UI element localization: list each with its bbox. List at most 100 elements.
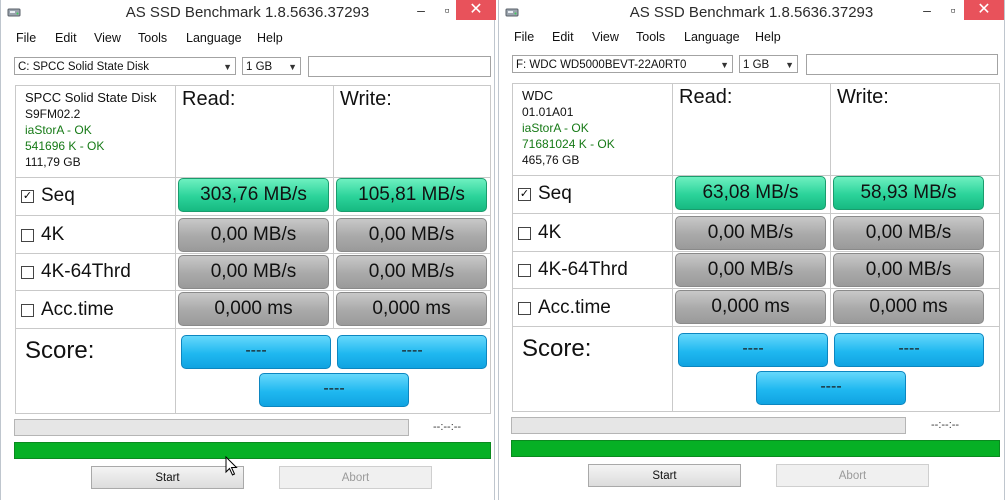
score-write: ----	[337, 335, 487, 369]
drive-select[interactable]: F: WDC WD5000BEVT-22A0RT0 ▼	[512, 55, 733, 73]
driver-status: iaStorA - OK	[25, 123, 92, 137]
menu-file[interactable]: File	[16, 31, 36, 45]
score-label: Score:	[522, 335, 592, 362]
chevron-down-icon: ▼	[223, 62, 232, 72]
menu-tools[interactable]: Tools	[636, 30, 665, 44]
menu-view[interactable]: View	[94, 31, 121, 45]
row-label-text: Acc.time	[41, 299, 114, 320]
drive-info-panel: WDC 01.01A01 iaStorA - OK 71681024 K - O…	[513, 84, 673, 176]
row-label-text: Seq	[538, 183, 572, 204]
checkbox-4k[interactable]	[21, 229, 34, 242]
checkbox-4k64[interactable]	[21, 266, 34, 279]
4k-read-value: 0,00 MB/s	[178, 218, 329, 252]
score-read: ----	[181, 335, 331, 369]
menu-file[interactable]: File	[514, 30, 534, 44]
minimize-button[interactable]: –	[914, 0, 940, 20]
menu-tools[interactable]: Tools	[138, 31, 167, 45]
score-label: Score:	[25, 337, 95, 364]
score-total: ----	[756, 371, 906, 405]
progress-bar-current	[511, 417, 906, 434]
status-textbox[interactable]	[806, 54, 998, 75]
drive-capacity: 111,79 GB	[25, 155, 81, 169]
progress-bar-total	[511, 440, 1000, 457]
acctime-read-value: 0,000 ms	[675, 290, 826, 324]
drive-select[interactable]: C: SPCC Solid State Disk ▼	[14, 57, 236, 75]
drive-info-panel: SPCC Solid State Disk S9FM02.2 iaStorA -…	[16, 86, 176, 178]
seq-read-value: 63,08 MB/s	[675, 176, 826, 210]
seq-write-value: 58,93 MB/s	[833, 176, 984, 210]
chevron-down-icon: ▼	[785, 60, 794, 70]
4k64-read-value: 0,00 MB/s	[675, 253, 826, 287]
alignment-status: 71681024 K - OK	[522, 137, 615, 151]
elapsed-time: --:--:--	[931, 419, 960, 431]
acctime-read-value: 0,000 ms	[178, 292, 329, 326]
drive-firmware: 01.01A01	[522, 105, 574, 119]
read-header: Read:	[176, 86, 334, 178]
menu-help[interactable]: Help	[257, 31, 283, 45]
seq-read-value: 303,76 MB/s	[178, 178, 329, 212]
4k64-read-value: 0,00 MB/s	[178, 255, 329, 289]
close-button[interactable]: ✕	[456, 0, 496, 20]
row-label-text: 4K	[41, 224, 65, 245]
maximize-button[interactable]: ▫	[940, 0, 966, 20]
drive-firmware: S9FM02.2	[25, 107, 81, 121]
4k-read-value: 0,00 MB/s	[675, 216, 826, 250]
row-label-seq: ✓ Seq	[513, 176, 673, 214]
acctime-write-value: 0,000 ms	[336, 292, 487, 326]
size-select-value: 1 GB	[246, 61, 273, 73]
title-bar[interactable]: AS SSD Benchmark 1.8.5636.37293 – ▫ ✕	[1, 0, 496, 26]
abort-button[interactable]: Abort	[776, 464, 929, 487]
elapsed-time: --:--:--	[433, 421, 462, 433]
acctime-write-value: 0,000 ms	[833, 290, 984, 324]
read-header: Read:	[673, 84, 831, 176]
minimize-button[interactable]: –	[408, 0, 434, 20]
checkbox-seq[interactable]: ✓	[518, 188, 531, 201]
alignment-status: 541696 K - OK	[25, 139, 105, 153]
menu-edit[interactable]: Edit	[55, 31, 77, 45]
row-label-4k: 4K	[513, 214, 673, 252]
drive-select-value: C: SPCC Solid State Disk	[18, 61, 150, 73]
menu-language[interactable]: Language	[684, 30, 740, 44]
close-button[interactable]: ✕	[964, 0, 1004, 20]
checkbox-seq[interactable]: ✓	[21, 190, 34, 203]
score-read: ----	[678, 333, 828, 367]
status-textbox[interactable]	[308, 56, 491, 77]
mouse-cursor-icon	[225, 456, 238, 476]
size-select[interactable]: 1 GB ▼	[242, 57, 301, 75]
row-label-seq: ✓ Seq	[16, 178, 176, 216]
checkbox-4k64[interactable]	[518, 264, 531, 277]
menu-language[interactable]: Language	[186, 31, 242, 45]
row-label-4k64: 4K-64Thrd	[513, 252, 673, 289]
menu-view[interactable]: View	[592, 30, 619, 44]
write-header: Write:	[831, 84, 999, 176]
checkbox-4k[interactable]	[518, 227, 531, 240]
4k-write-value: 0,00 MB/s	[833, 216, 984, 250]
menu-help[interactable]: Help	[755, 30, 781, 44]
4k64-write-value: 0,00 MB/s	[336, 255, 487, 289]
title-bar[interactable]: AS SSD Benchmark 1.8.5636.37293 – ▫ ✕	[499, 0, 1004, 26]
score-write: ----	[834, 333, 984, 367]
seq-write-value: 105,81 MB/s	[336, 178, 487, 212]
abort-button[interactable]: Abort	[279, 466, 432, 489]
progress-bar-total	[14, 442, 491, 459]
menu-edit[interactable]: Edit	[552, 30, 574, 44]
size-select-value: 1 GB	[743, 59, 770, 71]
row-label-text: Seq	[41, 185, 75, 206]
row-label-acctime: Acc.time	[513, 289, 673, 327]
driver-status: iaStorA - OK	[522, 121, 589, 135]
drive-capacity: 465,76 GB	[522, 153, 580, 167]
checkbox-acctime[interactable]	[518, 302, 531, 315]
row-label-text: 4K-64Thrd	[538, 259, 628, 280]
chevron-down-icon: ▼	[288, 62, 297, 72]
drive-name: WDC	[522, 88, 554, 103]
start-button[interactable]: Start	[588, 464, 741, 487]
4k-write-value: 0,00 MB/s	[336, 218, 487, 252]
4k64-write-value: 0,00 MB/s	[833, 253, 984, 287]
row-label-4k: 4K	[16, 216, 176, 254]
row-label-text: 4K	[538, 222, 562, 243]
drive-name: SPCC Solid State Disk	[25, 90, 157, 105]
size-select[interactable]: 1 GB ▼	[739, 55, 798, 73]
benchmark-window-left: AS SSD Benchmark 1.8.5636.37293 – ▫ ✕ Fi…	[0, 0, 496, 500]
start-button[interactable]: Start	[91, 466, 244, 489]
checkbox-acctime[interactable]	[21, 304, 34, 317]
